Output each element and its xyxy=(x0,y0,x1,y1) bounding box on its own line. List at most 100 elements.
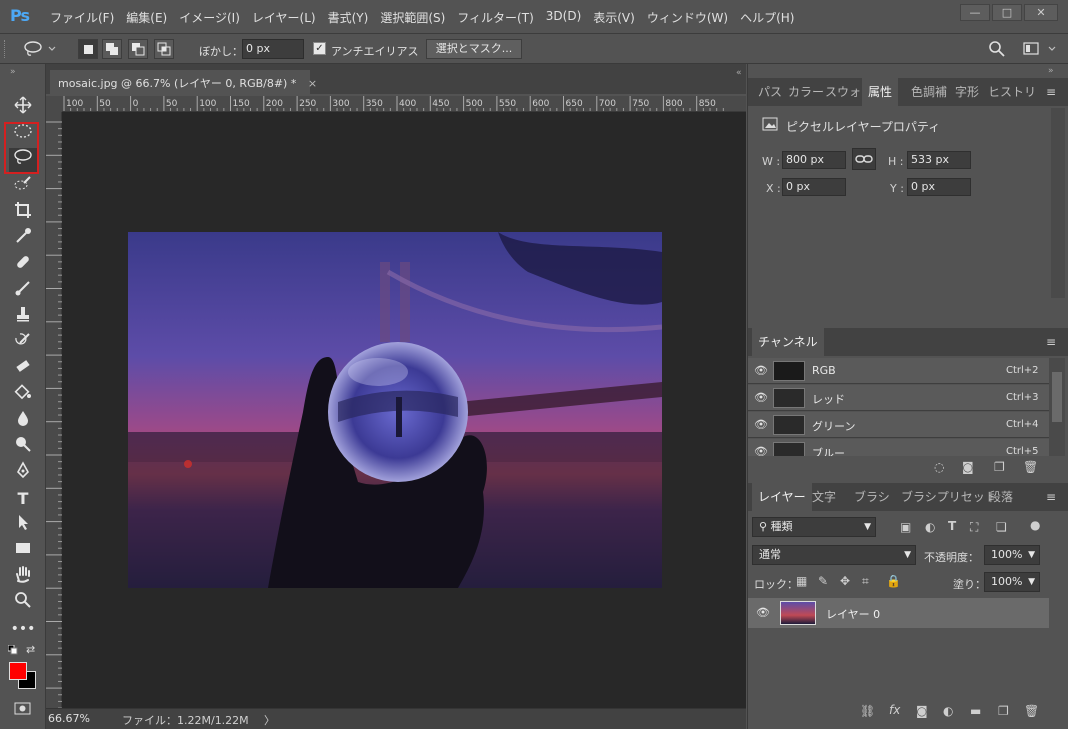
panel-menu-icon[interactable]: ≡ xyxy=(1046,85,1056,99)
scrollbar-thumb[interactable] xyxy=(1052,372,1062,422)
hand-tool-icon[interactable] xyxy=(9,565,37,589)
tab-glyphs[interactable]: 字形 xyxy=(949,78,985,106)
eraser-tool-icon[interactable] xyxy=(9,357,37,381)
vertical-ruler[interactable] xyxy=(46,112,62,716)
fill-input[interactable]: 100% ▼ xyxy=(984,572,1040,592)
menu-view[interactable]: 表示(V) xyxy=(587,9,641,26)
close-tab-icon[interactable]: × xyxy=(308,77,317,90)
collapse-panels-icon[interactable]: « xyxy=(736,68,742,78)
channel-row[interactable]: 👁 RGB Ctrl+2 xyxy=(748,358,1049,384)
swap-colors-icon[interactable]: ⇄ xyxy=(26,643,35,656)
pen-tool-icon[interactable] xyxy=(9,461,37,485)
visibility-eye-icon[interactable]: 👁 xyxy=(754,445,768,456)
subtract-selection-icon[interactable] xyxy=(128,39,148,59)
layer-row[interactable]: 👁 レイヤー 0 xyxy=(748,598,1049,628)
visibility-eye-icon[interactable]: 👁 xyxy=(756,606,770,619)
paint-bucket-tool-icon[interactable] xyxy=(9,383,37,407)
search-icon[interactable] xyxy=(988,40,1006,61)
add-mask-icon[interactable]: ◙ xyxy=(916,704,928,718)
width-input[interactable]: 800 px xyxy=(782,151,846,169)
new-selection-icon[interactable] xyxy=(78,39,98,59)
save-selection-channel-icon[interactable]: ◙ xyxy=(962,460,974,474)
menu-filter[interactable]: フィルター(T) xyxy=(451,9,539,26)
collapse-toolbar-icon[interactable]: » xyxy=(10,67,16,77)
quick-selection-tool-icon[interactable] xyxy=(9,175,37,199)
tab-properties[interactable]: 属性 xyxy=(862,78,899,106)
healing-brush-tool-icon[interactable] xyxy=(9,253,37,277)
channel-row[interactable]: 👁 レッド Ctrl+3 xyxy=(748,385,1049,411)
filter-toggle-icon[interactable]: ● xyxy=(1030,518,1040,532)
document-tab[interactable]: mosaic.jpg @ 66.7% (レイヤー 0, RGB/8#) * × xyxy=(50,70,317,94)
type-tool-icon[interactable]: T xyxy=(9,487,37,511)
add-selection-icon[interactable] xyxy=(102,39,122,59)
link-layers-icon[interactable]: ⛓ xyxy=(860,704,875,718)
menu-3d[interactable]: 3D(D) xyxy=(540,9,587,26)
new-group-icon[interactable]: ▬ xyxy=(970,704,981,718)
lock-transparent-icon[interactable]: ▦ xyxy=(796,574,807,588)
lasso-tool-icon[interactable] xyxy=(9,148,37,172)
properties-scrollbar[interactable] xyxy=(1051,108,1065,298)
lasso-preset-icon[interactable] xyxy=(22,40,62,58)
lock-all-icon[interactable]: 🔒 xyxy=(886,574,901,588)
layer-filter-dropdown[interactable]: ⚲ 種類 ▼ xyxy=(752,517,876,537)
workspace-icon[interactable] xyxy=(1022,40,1060,61)
height-input[interactable]: 533 px xyxy=(907,151,971,169)
visibility-eye-icon[interactable]: 👁 xyxy=(754,391,768,404)
filter-shape-icon[interactable]: ⛶ xyxy=(970,520,978,535)
channels-menu-icon[interactable]: ≡ xyxy=(1046,335,1056,349)
collapse-dock-icon[interactable]: » xyxy=(1048,66,1054,76)
brush-tool-icon[interactable] xyxy=(9,279,37,303)
rectangle-tool-icon[interactable] xyxy=(9,539,37,563)
move-tool-icon[interactable] xyxy=(9,96,37,120)
menu-help[interactable]: ヘルプ(H) xyxy=(734,9,800,26)
tab-brush[interactable]: ブラシ xyxy=(848,483,896,511)
tab-history[interactable]: ヒストリ xyxy=(982,78,1042,106)
tab-character[interactable]: 文字 xyxy=(806,483,842,511)
menu-select[interactable]: 選択範囲(S) xyxy=(374,9,451,26)
tab-layers[interactable]: レイヤー xyxy=(752,483,812,511)
antialias-checkbox[interactable]: ✓ xyxy=(313,42,326,55)
grip-handle[interactable] xyxy=(4,40,6,58)
new-layer-icon[interactable]: ❐ xyxy=(998,704,1009,718)
horizontal-ruler[interactable]: 100 50 0 50 100 150 200 250 300 350 400 450 500 550 60… xyxy=(62,96,746,112)
delete-channel-icon[interactable]: 🗑 xyxy=(1023,460,1038,474)
visibility-eye-icon[interactable]: 👁 xyxy=(754,418,768,431)
zoom-level[interactable]: 66.67% xyxy=(48,712,90,725)
menu-type[interactable]: 書式(Y) xyxy=(322,9,375,26)
layer-name[interactable]: レイヤー 0 xyxy=(826,606,880,622)
blur-tool-icon[interactable] xyxy=(9,409,37,433)
zoom-tool-icon[interactable] xyxy=(9,591,37,615)
tab-paragraph[interactable]: 段落 xyxy=(983,483,1019,511)
quick-mask-icon[interactable] xyxy=(14,701,32,720)
marquee-tool-icon[interactable] xyxy=(9,123,37,147)
foreground-color-swatch[interactable] xyxy=(9,662,27,680)
filter-smart-object-icon[interactable]: ❏ xyxy=(996,520,1007,534)
status-menu-arrow[interactable]: 〉 xyxy=(264,712,275,728)
ruler-origin[interactable] xyxy=(46,96,62,112)
x-input[interactable]: 0 px xyxy=(782,178,846,196)
crop-tool-icon[interactable] xyxy=(9,201,37,225)
history-brush-tool-icon[interactable] xyxy=(9,331,37,355)
lock-artboard-icon[interactable]: ⌗ xyxy=(862,574,869,589)
default-colors-icon[interactable] xyxy=(7,644,18,658)
menu-window[interactable]: ウィンドウ(W) xyxy=(641,9,734,26)
menu-image[interactable]: イメージ(I) xyxy=(173,9,246,26)
feather-input[interactable]: 0 px xyxy=(242,39,304,59)
new-channel-icon[interactable]: ❐ xyxy=(994,460,1005,474)
opacity-input[interactable]: 100% ▼ xyxy=(984,545,1040,565)
menu-edit[interactable]: 編集(E) xyxy=(120,9,173,26)
delete-layer-icon[interactable]: 🗑 xyxy=(1024,704,1039,718)
menu-file[interactable]: ファイル(F) xyxy=(44,9,120,26)
y-input[interactable]: 0 px xyxy=(907,178,971,196)
load-channel-selection-icon[interactable]: ◌ xyxy=(934,460,944,474)
document-image[interactable] xyxy=(128,232,662,588)
lock-image-icon[interactable]: ✎ xyxy=(818,574,828,588)
filter-type-icon[interactable]: T xyxy=(948,519,956,533)
adjustment-layer-icon[interactable]: ◐ xyxy=(943,704,953,718)
layer-style-icon[interactable]: fx xyxy=(889,703,900,717)
tab-channels[interactable]: チャンネル xyxy=(752,328,824,356)
filter-adjustment-icon[interactable]: ◐ xyxy=(925,520,935,534)
filter-pixel-icon[interactable]: ▣ xyxy=(900,520,911,534)
intersect-selection-icon[interactable] xyxy=(154,39,174,59)
layers-menu-icon[interactable]: ≡ xyxy=(1046,490,1056,504)
